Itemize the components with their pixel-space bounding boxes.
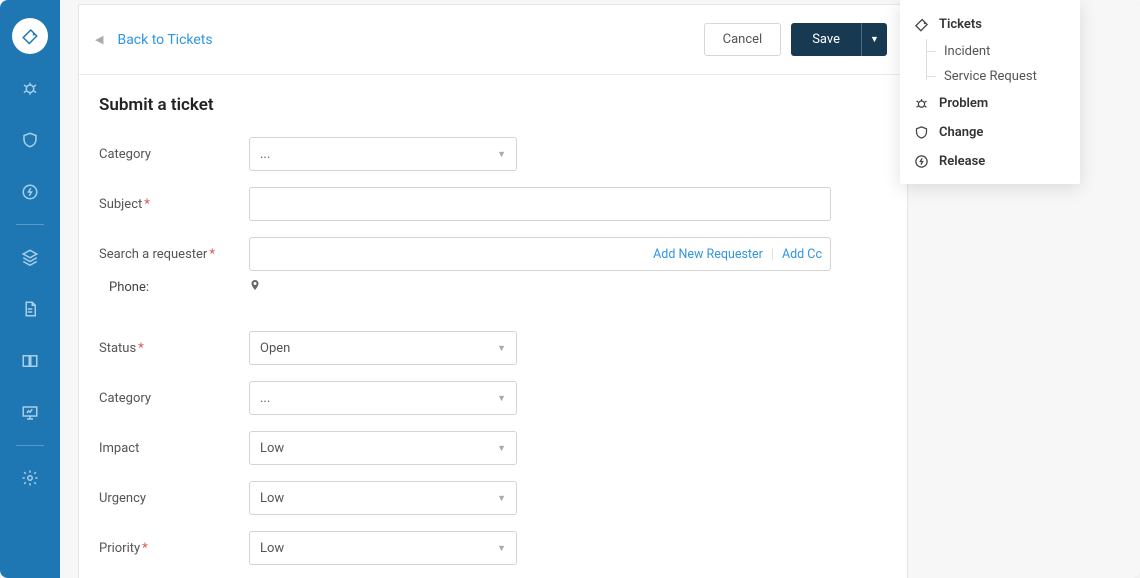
label-subject: Subject*: [99, 197, 249, 212]
create-menu-flyout: Tickets Incident Service Request Problem: [900, 0, 1080, 184]
select-category[interactable]: ... ▼: [249, 137, 517, 171]
form-area: Submit a ticket Category ... ▼ Subject*: [79, 75, 907, 578]
nav-book-icon[interactable]: [12, 343, 48, 379]
flyout-release[interactable]: Release: [900, 147, 1080, 176]
add-cc-link[interactable]: Add Cc: [782, 247, 822, 262]
chevron-down-icon: ▼: [497, 343, 506, 354]
select-status[interactable]: Open ▼: [249, 331, 517, 365]
flyout-service-request[interactable]: Service Request: [900, 64, 1080, 89]
chevron-left-icon: ◀: [95, 33, 103, 46]
flyout-problem[interactable]: Problem: [900, 89, 1080, 118]
nav-presentation-icon[interactable]: [12, 395, 48, 431]
input-requester[interactable]: Add New Requester | Add Cc: [249, 237, 831, 271]
app-shell: ◀ Back to Tickets Cancel Save ▼ Submit a…: [0, 0, 1140, 578]
chevron-down-icon: ▼: [497, 149, 506, 160]
cancel-button[interactable]: Cancel: [704, 23, 782, 56]
bolt-icon: [914, 154, 929, 169]
shield-icon: [914, 125, 929, 140]
save-button[interactable]: Save: [791, 23, 861, 56]
select-urgency[interactable]: Low ▼: [249, 481, 517, 515]
row-phone: Phone:: [99, 277, 887, 297]
row-requester: Search a requester* Add New Requester | …: [99, 237, 887, 271]
chevron-down-icon: ▼: [497, 443, 506, 454]
sidebar-divider: [16, 445, 44, 446]
label-phone: Phone:: [99, 280, 249, 295]
nav-bolt-icon[interactable]: [12, 174, 48, 210]
chevron-down-icon: ▼: [497, 543, 506, 554]
label-category2: Category: [99, 391, 249, 406]
back-link[interactable]: ◀ Back to Tickets: [95, 32, 213, 48]
flyout-tickets[interactable]: Tickets: [900, 10, 1080, 39]
action-buttons: Cancel Save ▼: [704, 23, 887, 56]
save-button-group: Save ▼: [791, 23, 887, 56]
topbar: ◀ Back to Tickets Cancel Save ▼: [79, 5, 907, 75]
select-category2[interactable]: ... ▼: [249, 381, 517, 415]
row-priority: Priority* Low ▼: [99, 531, 887, 565]
page-title: Submit a ticket: [99, 95, 887, 115]
select-impact[interactable]: Low ▼: [249, 431, 517, 465]
bug-icon: [914, 96, 929, 111]
chevron-down-icon: ▼: [497, 493, 506, 504]
chevron-down-icon: ▼: [497, 393, 506, 404]
label-requester: Search a requester*: [99, 247, 249, 262]
nav-settings-icon[interactable]: [12, 460, 48, 496]
main-area: ◀ Back to Tickets Cancel Save ▼ Submit a…: [60, 0, 1140, 578]
location-pin-icon: [249, 277, 261, 297]
label-status: Status*: [99, 341, 249, 356]
save-dropdown-caret[interactable]: ▼: [861, 23, 887, 56]
back-label: Back to Tickets: [117, 32, 212, 48]
row-category2: Category ... ▼: [99, 381, 887, 415]
nav-bug-icon[interactable]: [12, 70, 48, 106]
label-priority: Priority*: [99, 541, 249, 556]
add-requester-link[interactable]: Add New Requester: [653, 247, 763, 262]
select-priority[interactable]: Low ▼: [249, 531, 517, 565]
row-urgency: Urgency Low ▼: [99, 481, 887, 515]
nav-shield-icon[interactable]: [12, 122, 48, 158]
flyout-change[interactable]: Change: [900, 118, 1080, 147]
input-subject[interactable]: [249, 187, 831, 221]
row-category: Category ... ▼: [99, 137, 887, 171]
label-impact: Impact: [99, 441, 249, 456]
row-subject: Subject*: [99, 187, 887, 221]
sidebar-divider: [16, 224, 44, 225]
nav-tickets-icon[interactable]: [12, 18, 48, 54]
content-card: ◀ Back to Tickets Cancel Save ▼ Submit a…: [78, 4, 908, 578]
label-category: Category: [99, 147, 249, 162]
row-impact: Impact Low ▼: [99, 431, 887, 465]
nav-layers-icon[interactable]: [12, 239, 48, 275]
nav-document-icon[interactable]: [12, 291, 48, 327]
label-urgency: Urgency: [99, 491, 249, 506]
row-status: Status* Open ▼: [99, 331, 887, 365]
left-sidebar: [0, 0, 60, 578]
tag-icon: [914, 17, 929, 32]
flyout-incident[interactable]: Incident: [900, 39, 1080, 64]
